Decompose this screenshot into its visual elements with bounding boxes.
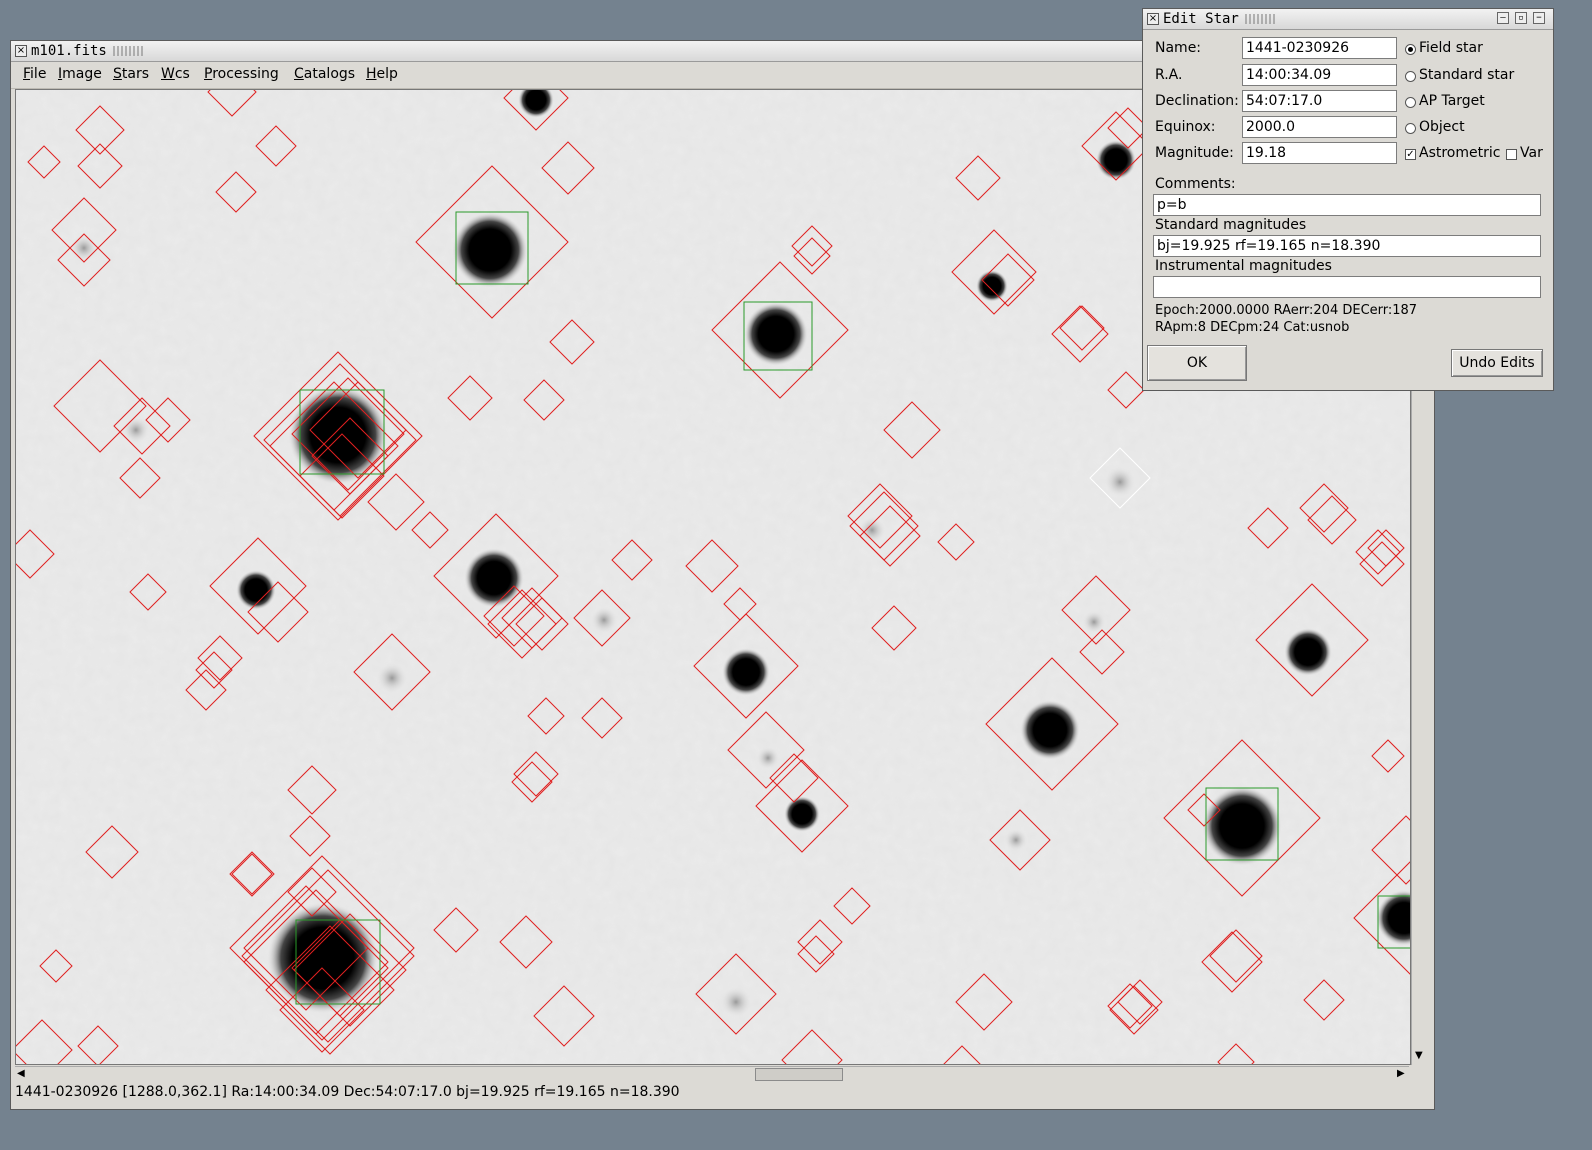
- faint-star[interactable]: [70, 234, 98, 262]
- standard-magnitudes-input[interactable]: bj=19.925 rf=19.165 n=18.390: [1153, 235, 1541, 257]
- name-input[interactable]: 1441-0230926: [1242, 37, 1397, 59]
- grip-icon: [1245, 14, 1275, 24]
- standard-star-label: Standard star: [1419, 67, 1515, 83]
- menu-catalogs[interactable]: Catalogs: [294, 66, 355, 82]
- standard-magnitudes-label: Standard magnitudes: [1155, 217, 1307, 233]
- menu-help[interactable]: Help: [366, 66, 398, 82]
- star[interactable]: [1020, 700, 1080, 760]
- star[interactable]: [288, 385, 388, 485]
- menu-stars[interactable]: Stars: [113, 66, 149, 82]
- pm-info: RApm:8 DECpm:24 Cat:usnob: [1155, 320, 1350, 335]
- undo-edits-button[interactable]: Undo Edits: [1451, 349, 1543, 377]
- minimize-icon[interactable]: –: [1497, 12, 1509, 24]
- object-radio[interactable]: [1405, 123, 1416, 134]
- field-star-label: Field star: [1419, 40, 1483, 56]
- equinox-input[interactable]: 2000.0: [1242, 116, 1397, 138]
- standard-star-radio[interactable]: [1405, 71, 1416, 82]
- star[interactable]: [464, 548, 524, 608]
- ap-target-radio[interactable]: [1405, 97, 1416, 108]
- comments-input[interactable]: p=b: [1153, 194, 1541, 216]
- scroll-thumb[interactable]: [755, 1068, 843, 1081]
- horizontal-scrollbar[interactable]: ◀ ▶: [15, 1066, 1409, 1083]
- close-icon[interactable]: ×: [1147, 13, 1159, 25]
- ra-input[interactable]: 14:00:34.09: [1242, 64, 1397, 86]
- maximize-icon[interactable]: ▫: [1515, 12, 1527, 24]
- star[interactable]: [976, 270, 1008, 302]
- scroll-down-icon[interactable]: ▼: [1415, 1049, 1423, 1063]
- magnitude-input[interactable]: 19.18: [1242, 142, 1397, 164]
- restore-icon[interactable]: −: [1533, 12, 1545, 24]
- epoch-info: Epoch:2000.0000 RAerr:204 DECerr:187: [1155, 303, 1418, 318]
- faint-star[interactable]: [756, 746, 780, 770]
- comments-label: Comments:: [1155, 176, 1236, 192]
- ok-button[interactable]: OK: [1147, 345, 1247, 381]
- scroll-right-icon[interactable]: ▶: [1397, 1067, 1405, 1081]
- equinox-label: Equinox:: [1155, 119, 1216, 135]
- instrumental-magnitudes-input[interactable]: [1153, 276, 1541, 298]
- close-icon[interactable]: ×: [15, 45, 27, 57]
- star[interactable]: [784, 796, 820, 832]
- object-label: Object: [1419, 119, 1465, 135]
- var-checkbox[interactable]: [1506, 149, 1517, 160]
- faint-star[interactable]: [1004, 828, 1028, 852]
- declination-input[interactable]: 54:07:17.0: [1242, 90, 1397, 112]
- scroll-left-icon[interactable]: ◀: [17, 1067, 25, 1081]
- star[interactable]: [722, 648, 770, 696]
- dialog-titlebar[interactable]: × Edit Star – ▫ −: [1143, 9, 1553, 30]
- menu-processing[interactable]: Processing: [204, 66, 279, 82]
- var-label: Var: [1520, 145, 1543, 161]
- astrometric-label: Astrometric: [1419, 145, 1501, 161]
- menu-file[interactable]: File: [23, 66, 46, 82]
- ra-label: R.A.: [1155, 67, 1183, 83]
- declination-label: Declination:: [1155, 93, 1239, 109]
- status-bar: 1441-0230926 [1288.0,362.1] Ra:14:00:34.…: [15, 1084, 680, 1100]
- name-label: Name:: [1155, 40, 1202, 56]
- magnitude-label: Magnitude:: [1155, 145, 1234, 161]
- ap-target-label: AP Target: [1419, 93, 1485, 109]
- edit-star-dialog: × Edit Star – ▫ − Name: 1441-0230926 R.A…: [1142, 8, 1554, 391]
- faint-star[interactable]: [1104, 466, 1136, 498]
- menu-image[interactable]: Image: [58, 66, 102, 82]
- window-title: m101.fits: [31, 43, 107, 59]
- star[interactable]: [452, 212, 528, 288]
- faint-star[interactable]: [376, 662, 408, 694]
- star[interactable]: [1284, 628, 1332, 676]
- star[interactable]: [1202, 786, 1282, 866]
- grip-icon: [113, 46, 143, 56]
- astrometric-checkbox[interactable]: ✓: [1405, 149, 1416, 160]
- faint-star[interactable]: [720, 986, 752, 1018]
- dialog-title: Edit Star: [1163, 11, 1239, 27]
- faint-star[interactable]: [590, 606, 618, 634]
- menu-wcs[interactable]: Wcs: [161, 66, 190, 82]
- field-star-radio[interactable]: [1405, 44, 1416, 55]
- star[interactable]: [744, 302, 808, 366]
- instrumental-magnitudes-label: Instrumental magnitudes: [1155, 258, 1332, 274]
